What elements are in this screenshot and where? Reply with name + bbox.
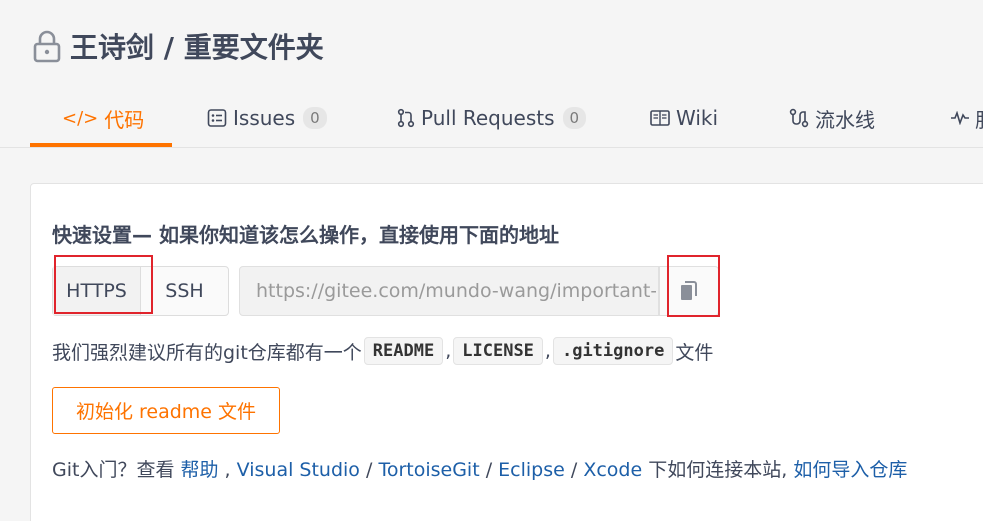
copy-url-button[interactable]	[659, 266, 719, 316]
help-middle: 下如何连接本站,	[648, 459, 788, 481]
xcode-link[interactable]: Xcode	[583, 459, 642, 481]
lock-icon	[33, 30, 61, 63]
code-icon: </>	[62, 107, 99, 129]
help-sep1: /	[365, 459, 373, 481]
recommend-text: 我们强烈建议所有的git仓库都有一个 README , LICENSE , .g…	[52, 334, 713, 368]
issues-count-badge: 0	[303, 107, 327, 129]
tab-wiki[interactable]: Wiki	[650, 88, 718, 148]
tab-issues-label: Issues	[233, 106, 296, 130]
wiki-book-icon	[650, 109, 670, 127]
quick-setup-heading: 快速设置— 如果你知道该怎么操作，直接使用下面的地址	[52, 223, 559, 247]
pull-requests-count-badge: 0	[562, 107, 587, 129]
git-help-line: Git入门？查看 帮助 , Visual Studio / TortoiseGi…	[52, 455, 907, 482]
recommend-suffix: 文件	[675, 341, 714, 364]
issues-icon	[207, 108, 227, 128]
clone-url-field	[239, 266, 659, 316]
readme-chip: README	[363, 337, 444, 365]
clone-url-input[interactable]	[256, 280, 656, 302]
tab-pipeline[interactable]: 流水线	[789, 88, 875, 148]
protocol-toggle: HTTPS SSH	[52, 266, 229, 316]
https-button[interactable]: HTTPS	[53, 267, 141, 315]
import-repo-link[interactable]: 如何导入仓库	[793, 459, 907, 481]
tab-pull-requests[interactable]: Pull Requests 0	[397, 88, 587, 148]
active-tab-indicator	[30, 143, 172, 147]
repo-tabs: </> 代码 Issues 0 Pull Requests 0 Wiki 流水线…	[0, 88, 983, 148]
tab-issues[interactable]: Issues 0	[207, 88, 327, 148]
ssh-button[interactable]: SSH	[141, 267, 228, 315]
help-prefix: Git入门？查看	[52, 459, 175, 481]
activity-icon	[951, 111, 969, 125]
recommend-sep2: ,	[544, 340, 551, 362]
eclipse-link[interactable]: Eclipse	[498, 459, 565, 481]
tab-pull-requests-label: Pull Requests	[421, 106, 555, 130]
pipeline-icon	[789, 108, 809, 128]
pull-request-icon	[397, 108, 415, 128]
tab-services[interactable]: 服	[951, 88, 983, 148]
help-sep3: /	[570, 459, 578, 481]
visual-studio-link[interactable]: Visual Studio	[237, 459, 360, 481]
copy-icon	[681, 281, 697, 300]
repo-title-bar: 王诗剑 / 重要文件夹	[32, 26, 324, 66]
tortoisegit-link[interactable]: TortoiseGit	[378, 459, 479, 481]
tab-code[interactable]: </> 代码	[62, 88, 144, 148]
help-sep0: ,	[218, 459, 231, 481]
help-link[interactable]: 帮助	[181, 459, 219, 481]
help-sep2: /	[485, 459, 493, 481]
tab-pipeline-label: 流水线	[815, 107, 875, 132]
recommend-prefix: 我们强烈建议所有的git仓库都有一个	[52, 341, 362, 364]
tab-code-label: 代码	[104, 107, 145, 132]
tab-services-label: 服	[975, 104, 983, 133]
repo-title[interactable]: 王诗剑 / 重要文件夹	[70, 26, 324, 66]
gitignore-chip: .gitignore	[552, 337, 674, 365]
init-readme-button[interactable]: 初始化 readme 文件	[52, 387, 280, 434]
tab-wiki-label: Wiki	[676, 106, 719, 130]
license-chip: LICENSE	[453, 337, 543, 365]
recommend-sep1: ,	[445, 340, 452, 362]
